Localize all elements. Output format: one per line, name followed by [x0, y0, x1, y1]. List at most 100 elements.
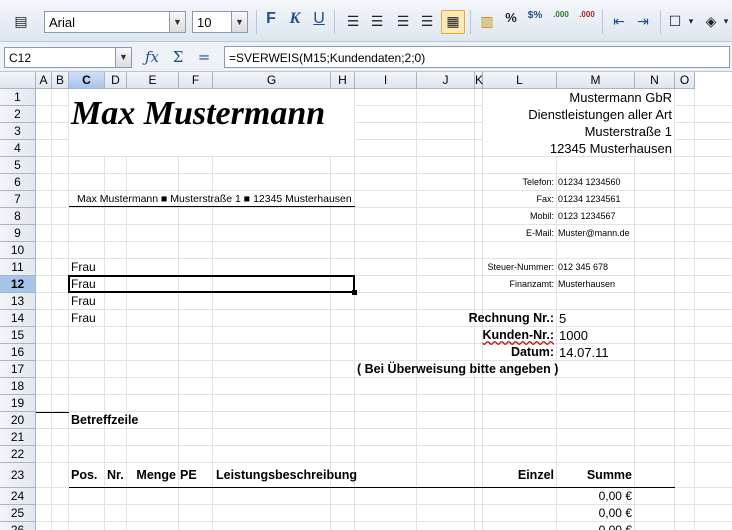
select-all-corner[interactable] — [0, 72, 36, 89]
row-header-14[interactable]: 14 — [0, 310, 36, 327]
font-size-box[interactable]: 10 ▼ — [192, 11, 248, 33]
column-header-l[interactable]: L — [483, 72, 557, 89]
merge-cells-icon[interactable]: ▦ — [441, 10, 465, 34]
invoice-number-value[interactable]: 5 — [559, 310, 566, 327]
row-header-18[interactable]: 18 — [0, 378, 36, 395]
letterhead-title[interactable]: Max Mustermann — [71, 95, 325, 133]
column-header-f[interactable]: F — [179, 72, 213, 89]
justify-icon[interactable]: ☰ — [416, 10, 438, 34]
row-header-19[interactable]: 19 — [0, 395, 36, 412]
customer-number-value[interactable]: 1000 — [559, 327, 588, 344]
column-header-a[interactable]: A — [36, 72, 52, 89]
row-header-17[interactable]: 17 — [0, 361, 36, 378]
fill-handle[interactable] — [352, 290, 357, 295]
row-header-16[interactable]: 16 — [0, 344, 36, 361]
row-header-21[interactable]: 21 — [0, 429, 36, 446]
row-header-8[interactable]: 8 — [0, 208, 36, 225]
underline-button[interactable]: U — [308, 10, 330, 34]
number-format-button[interactable]: $% — [524, 10, 546, 34]
row-header-20[interactable]: 20 — [0, 412, 36, 429]
header-summe[interactable]: Summe — [587, 463, 632, 488]
align-center-icon[interactable]: ☰ — [366, 10, 388, 34]
formula-input[interactable]: =SVERWEIS(M15;Kundendaten;2;0) — [224, 46, 730, 68]
cell-cursor[interactable] — [68, 275, 355, 293]
contact-value[interactable]: 01234 1234560 — [558, 174, 621, 191]
chevron-down-icon[interactable]: ▾ — [720, 10, 732, 34]
contact-value[interactable]: 01234 1234561 — [558, 191, 621, 208]
row-header-22[interactable]: 22 — [0, 446, 36, 463]
tax-office-label[interactable]: Finanzamt: — [509, 276, 554, 293]
address-line[interactable]: Frau — [71, 259, 96, 276]
borders-icon[interactable]: ☐ — [664, 10, 686, 34]
row-header-5[interactable]: 5 — [0, 157, 36, 174]
column-header-o[interactable]: O — [675, 72, 695, 89]
column-header-m[interactable]: M — [557, 72, 635, 89]
row-header-25[interactable]: 25 — [0, 505, 36, 522]
row-header-4[interactable]: 4 — [0, 140, 36, 157]
function-wizard-icon[interactable]: ƒx — [140, 46, 164, 68]
currency-format-icon[interactable]: ▥ — [476, 10, 498, 34]
row-header-6[interactable]: 6 — [0, 174, 36, 191]
company-line[interactable]: 12345 Musterhausen — [550, 140, 672, 157]
bold-button[interactable]: F — [260, 10, 282, 34]
row-header-23[interactable]: 23 — [0, 463, 36, 488]
contact-label[interactable]: Fax: — [536, 191, 554, 208]
chevron-down-icon[interactable]: ▼ — [115, 48, 131, 67]
tax-number-label[interactable]: Steuer-Nummer: — [487, 259, 554, 276]
row-header-3[interactable]: 3 — [0, 123, 36, 140]
row-header-9[interactable]: 9 — [0, 225, 36, 242]
row-header-1[interactable]: 1 — [0, 89, 36, 106]
tax-office-value[interactable]: Musterhausen — [558, 276, 615, 293]
row-header-26[interactable]: 26 — [0, 522, 36, 530]
name-box[interactable]: C12 ▼ — [4, 47, 132, 68]
row-header-13[interactable]: 13 — [0, 293, 36, 310]
column-header-c[interactable]: C — [69, 72, 105, 89]
row-header-11[interactable]: 11 — [0, 259, 36, 276]
contact-label[interactable]: Telefon: — [522, 174, 554, 191]
column-header-n[interactable]: N — [635, 72, 675, 89]
row-header-7[interactable]: 7 — [0, 191, 36, 208]
font-name-box[interactable]: Arial ▼ — [44, 11, 186, 33]
background-color-icon[interactable]: ◈ — [700, 10, 722, 34]
column-header-g[interactable]: G — [213, 72, 331, 89]
column-header-b[interactable]: B — [52, 72, 69, 89]
invoice-number-label[interactable]: Rechnung Nr.: — [469, 310, 554, 327]
chevron-down-icon[interactable]: ▾ — [684, 10, 698, 34]
styles-icon[interactable]: ▤ — [10, 10, 32, 34]
company-line[interactable]: Musterstraße 1 — [585, 123, 672, 140]
contact-label[interactable]: E-Mail: — [526, 225, 554, 242]
contact-label[interactable]: Mobil: — [530, 208, 554, 225]
column-header-d[interactable]: D — [105, 72, 127, 89]
decrease-indent-icon[interactable]: ⇤ — [608, 10, 630, 34]
contact-value[interactable]: 0123 1234567 — [558, 208, 616, 225]
column-header-h[interactable]: H — [331, 72, 355, 89]
row-header-10[interactable]: 10 — [0, 242, 36, 259]
increase-indent-icon[interactable]: ⇥ — [632, 10, 654, 34]
column-header-i[interactable]: I — [355, 72, 417, 89]
sum-icon[interactable]: Σ — [166, 46, 190, 68]
date-label[interactable]: Datum: — [511, 344, 554, 361]
sum-cell[interactable]: 0,00 € — [599, 505, 632, 522]
align-left-icon[interactable]: ☰ — [342, 10, 364, 34]
equals-icon[interactable]: = — [192, 46, 216, 68]
column-header-e[interactable]: E — [127, 72, 179, 89]
delete-decimal-button[interactable]: .000 — [576, 10, 598, 34]
spreadsheet-grid[interactable]: ABCDEFGHIJKLMNO 1 2 3 4 5 6 7 8 9 10 11 12 13 14 15 16 1… — [0, 72, 732, 530]
header-pos[interactable]: Pos. — [71, 463, 97, 488]
chevron-down-icon[interactable]: ▼ — [169, 12, 185, 32]
row-header-12[interactable]: 12 — [0, 276, 36, 293]
sum-cell[interactable]: 0,00 € — [599, 522, 632, 530]
column-header-k[interactable]: K — [475, 72, 483, 89]
date-value[interactable]: 14.07.11 — [559, 344, 609, 361]
header-description[interactable]: Leistungsbeschreibung — [216, 463, 357, 488]
sum-cell[interactable]: 0,00 € — [599, 488, 632, 505]
row-header-24[interactable]: 24 — [0, 488, 36, 505]
header-pe[interactable]: PE — [180, 463, 197, 488]
header-einzel[interactable]: Einzel — [518, 463, 554, 488]
customer-number-label[interactable]: Kunden-Nr.: — [482, 327, 554, 344]
chevron-down-icon[interactable]: ▼ — [231, 12, 247, 32]
italic-button[interactable]: K — [284, 10, 306, 34]
percent-format-button[interactable]: % — [500, 10, 522, 34]
company-line[interactable]: Mustermann GbR — [569, 89, 672, 106]
add-decimal-button[interactable]: .000 — [550, 10, 572, 34]
